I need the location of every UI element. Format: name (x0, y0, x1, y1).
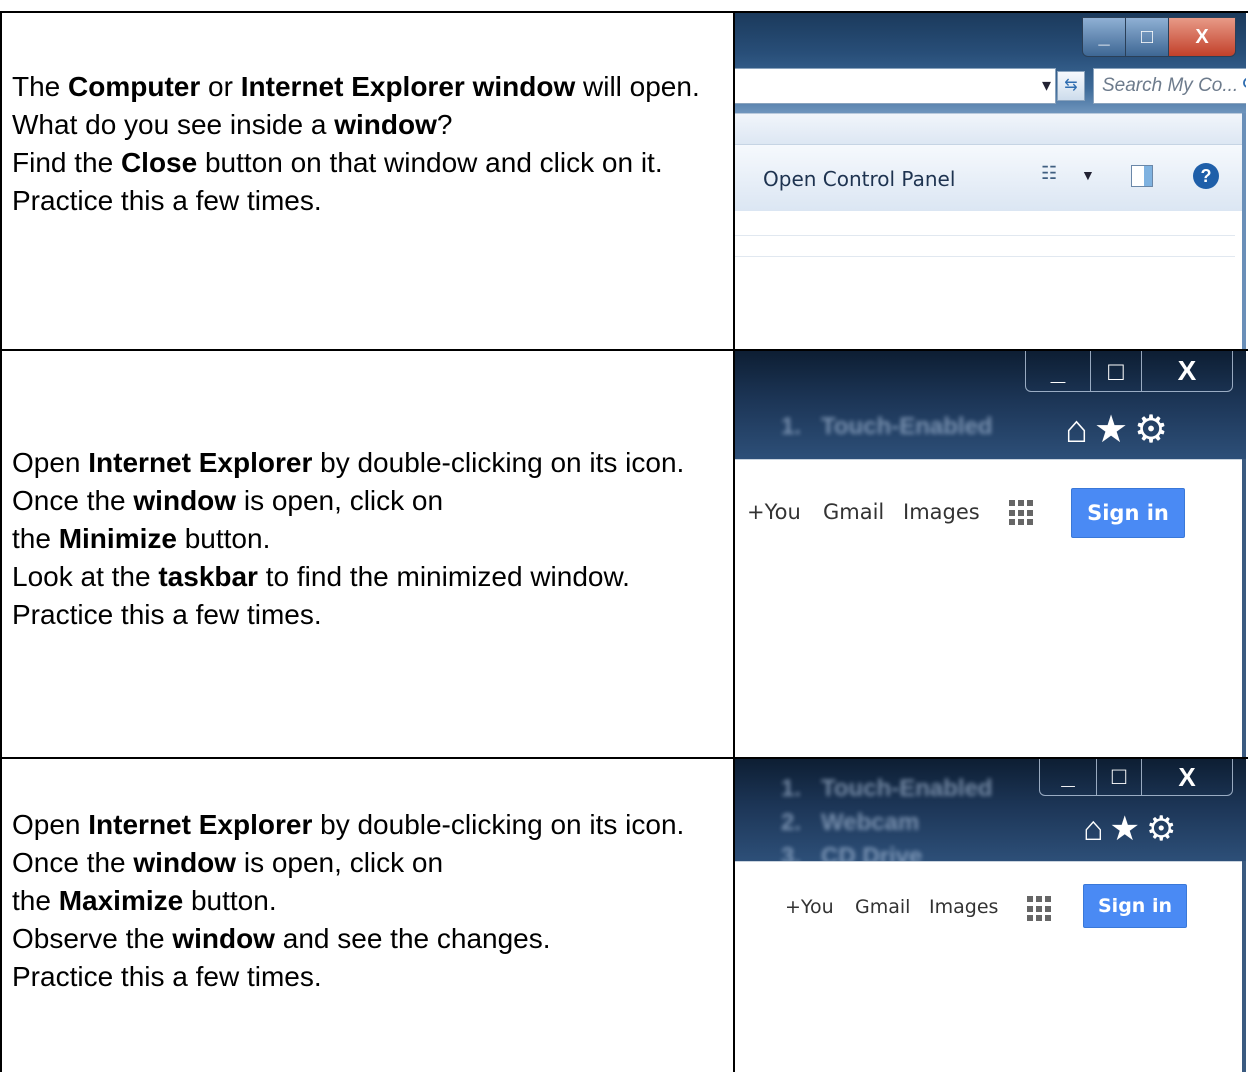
blurred-tab-text: 2. Webcam (781, 809, 920, 836)
blurred-tab-text: 1. Touch-Enabled (781, 413, 993, 440)
row1-instructions: The Computer or Internet Explorer window… (12, 71, 700, 216)
images-link[interactable]: Images (929, 896, 998, 918)
divider (735, 256, 1235, 257)
change-view-icon[interactable]: ☷ (1041, 163, 1065, 187)
close-button[interactable]: X (1142, 351, 1232, 391)
row2-instructions: Open Internet Explorer by double-clickin… (12, 447, 685, 630)
ie-window-screenshot-maximize: 1. Touch-Enabled 2. Webcam 3. CD Drive _… (735, 759, 1246, 1072)
home-favorites-settings-icons[interactable]: ⌂★⚙ (1083, 809, 1183, 849)
preview-pane-icon[interactable] (1131, 165, 1153, 187)
command-bar: Open Control Panel ☷ ▼ ? (735, 144, 1246, 212)
close-button[interactable]: X (1142, 759, 1232, 795)
minimize-button[interactable]: _ (1040, 759, 1097, 795)
web-page: +You Gmail Images Sign in (735, 459, 1246, 757)
caption-buttons: _ □ X (1082, 17, 1236, 57)
instruction-table: The Computer or Internet Explorer window… (0, 0, 1248, 1072)
window-border (1242, 459, 1246, 757)
you-link[interactable]: +You (785, 896, 834, 918)
maximize-button[interactable]: □ (1097, 759, 1142, 795)
explorer-window-screenshot: _ □ X ▾ ⇆ Search My Co... ⚲ Open Control… (735, 13, 1246, 349)
caption-buttons: _ □ X (1025, 351, 1233, 392)
divider (735, 235, 1235, 236)
window-border (1242, 861, 1246, 1072)
web-page: +You Gmail Images Sign in (735, 861, 1246, 1072)
search-icon[interactable]: ⚲ (1241, 73, 1246, 98)
search-placeholder: Search My Co... (1102, 75, 1239, 96)
ie-window-screenshot-minimize: 1. Touch-Enabled _ □ X ⌂★⚙ +You Gmail Im… (735, 351, 1246, 757)
sign-in-button[interactable]: Sign in (1083, 884, 1187, 928)
minimize-button[interactable]: _ (1083, 18, 1126, 56)
gmail-link[interactable]: Gmail (823, 500, 884, 524)
minimize-button[interactable]: _ (1026, 351, 1091, 391)
blurred-tab-text: 1. Touch-Enabled (781, 775, 993, 802)
close-button[interactable]: X (1169, 18, 1235, 56)
you-link[interactable]: +You (747, 500, 801, 524)
row3-instructions: Open Internet Explorer by double-clickin… (12, 809, 685, 992)
table-left-border (0, 11, 2, 1072)
apps-grid-icon[interactable] (1009, 500, 1035, 526)
open-control-panel-button[interactable]: Open Control Panel (763, 167, 955, 191)
search-input[interactable]: Search My Co... ⚲ (1093, 68, 1246, 104)
address-bar[interactable]: ▾ (735, 68, 1056, 104)
caption-buttons: _ □ X (1039, 759, 1233, 796)
menu-strip (735, 113, 1246, 144)
help-icon[interactable]: ? (1193, 163, 1219, 189)
window-border (1242, 113, 1246, 349)
home-favorites-settings-icons[interactable]: ⌂★⚙ (1065, 407, 1174, 452)
gmail-link[interactable]: Gmail (855, 896, 910, 918)
chevron-down-icon[interactable]: ▼ (1081, 167, 1095, 183)
maximize-button[interactable]: □ (1126, 18, 1169, 56)
maximize-button[interactable]: □ (1091, 351, 1142, 391)
apps-grid-icon[interactable] (1027, 896, 1053, 922)
ie-titlebar: 1. Touch-Enabled 2. Webcam 3. CD Drive _… (735, 759, 1246, 870)
sign-in-button[interactable]: Sign in (1071, 488, 1185, 538)
refresh-icon[interactable]: ⇆ (1057, 71, 1085, 101)
ie-titlebar: 1. Touch-Enabled _ □ X ⌂★⚙ (735, 351, 1246, 459)
file-list-area (735, 211, 1246, 349)
chevron-down-icon[interactable]: ▾ (1042, 75, 1051, 96)
images-link[interactable]: Images (903, 500, 980, 524)
